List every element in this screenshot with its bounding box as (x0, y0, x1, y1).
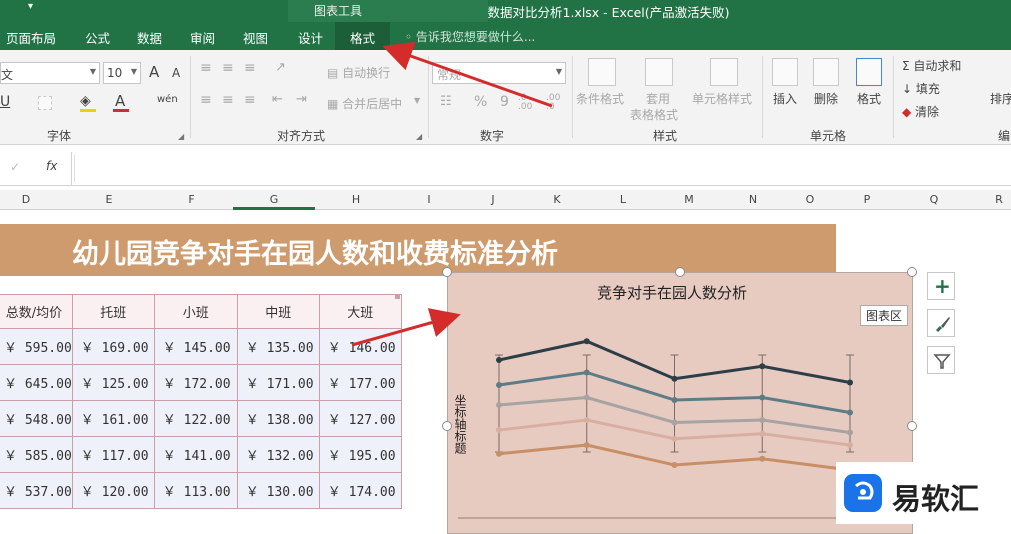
annotation-arrows (351, 41, 553, 347)
watermark-logo-icon (844, 474, 882, 512)
watermark: 易软汇 (836, 462, 1011, 524)
logo-mark (855, 481, 874, 500)
arrow-to-format-tab (382, 41, 553, 108)
watermark-text: 易软汇 (892, 482, 980, 516)
arrow-to-chart-area (351, 308, 461, 347)
worksheet-grid[interactable]: 幼儿园竞争对手在园人数和收费标准分析 总数/均价 托班 小班 中班 大班 ￥ 5… (0, 41, 1011, 534)
tab-design[interactable]: 设计 (298, 28, 323, 47)
